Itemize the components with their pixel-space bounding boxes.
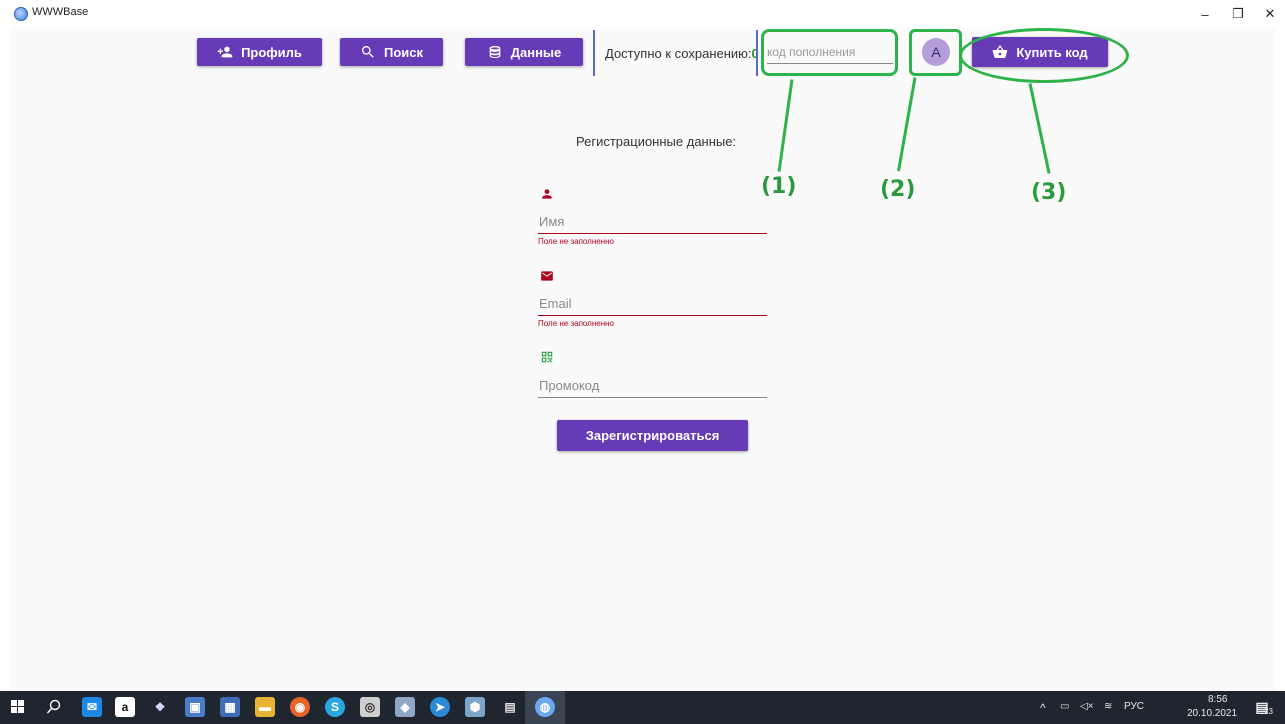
mail-app-icon[interactable]: ✉: [82, 697, 102, 717]
battery-icon[interactable]: ▭: [1060, 701, 1069, 712]
photos-app-icon[interactable]: ◈: [395, 697, 415, 717]
annotation-line-3: [1028, 83, 1051, 174]
window-title: WWWBase: [32, 6, 89, 18]
telegram-icon[interactable]: ➤: [430, 697, 450, 717]
annotation-label-2: (2): [880, 177, 916, 202]
toolbar-divider-2: [756, 30, 758, 76]
search-label: Поиск: [383, 44, 423, 60]
annotation-line-1: [777, 79, 794, 172]
name-error: Поле не заполненно: [538, 237, 614, 246]
wifi-icon[interactable]: ≋: [1104, 701, 1112, 712]
taskbar: ✉ a ❖ ▣ ▦ ▬ ◉ S ◎ ◈ ➤ ⬢ ▤ ◍ ^ ▭ ◁× ≋ РУС…: [0, 691, 1285, 724]
email-error: Поле не заполненно: [538, 319, 614, 328]
add-person-icon: [217, 46, 233, 58]
firefox-icon[interactable]: ◉: [290, 697, 310, 717]
annotation-box-2: [909, 29, 962, 76]
annotation-line-2: [897, 77, 917, 172]
toolbar-divider: [593, 30, 595, 76]
annotation-ellipse-3: [959, 28, 1129, 83]
tray-chevron-icon[interactable]: ^: [1040, 701, 1046, 715]
person-icon: [542, 189, 552, 199]
email-field: Поле не заполненно: [538, 292, 767, 328]
clock-time[interactable]: 8:56: [1208, 694, 1227, 705]
annotation-label-3: (3): [1031, 180, 1067, 205]
app-content: Профиль Поиск Данные Доступно к сохранен…: [10, 28, 1275, 691]
skype-icon[interactable]: S: [325, 697, 345, 717]
dropbox-icon[interactable]: ❖: [150, 697, 170, 717]
file-explorer-icon[interactable]: ▬: [255, 697, 275, 717]
available-label: Доступно к сохранению:: [605, 46, 752, 61]
name-underline: [538, 233, 767, 234]
remote-desktop-icon[interactable]: ▣: [185, 697, 205, 717]
promo-input[interactable]: [538, 374, 767, 397]
form-title: Регистрационные данные:: [576, 134, 737, 149]
windows-start-icon[interactable]: [8, 697, 28, 717]
promo-field: [538, 374, 767, 398]
data-label: Данные: [510, 44, 562, 60]
profile-label: Профиль: [241, 44, 302, 60]
search-button[interactable]: Поиск: [340, 38, 443, 66]
search-icon[interactable]: [44, 697, 64, 717]
close-button[interactable]: ✕: [1250, 0, 1285, 28]
archive-app-icon[interactable]: ▤: [500, 697, 520, 717]
wwwbase-app-icon[interactable]: ◍: [535, 697, 555, 717]
annotation-label-1: (1): [761, 174, 797, 199]
volume-icon[interactable]: ◁×: [1080, 701, 1094, 712]
amazon-icon[interactable]: a: [115, 697, 135, 717]
search-icon: [361, 46, 374, 58]
language-indicator[interactable]: РУС: [1124, 701, 1144, 712]
name-field: Поле не заполненно: [538, 210, 767, 246]
email-underline: [538, 315, 767, 316]
qr-code-icon: [541, 351, 553, 363]
name-input[interactable]: [538, 210, 767, 233]
clock-date[interactable]: 20.10.2021: [1187, 708, 1237, 719]
title-bar: WWWBase – ❐ ✕: [0, 0, 1285, 28]
email-input[interactable]: [538, 292, 767, 315]
profile-button[interactable]: Профиль: [197, 38, 322, 66]
globe-icon: [14, 7, 28, 21]
network-app-icon[interactable]: ⬢: [465, 697, 485, 717]
mail-icon: [541, 271, 553, 281]
store-icon[interactable]: ▦: [220, 697, 240, 717]
notification-count: 23: [1264, 707, 1273, 716]
database-icon: [489, 46, 501, 58]
camera-app-icon[interactable]: ◎: [360, 697, 380, 717]
promo-underline: [538, 397, 767, 398]
available-to-save: Доступно к сохранению:0: [605, 46, 759, 61]
annotation-box-1: [761, 29, 898, 76]
data-button[interactable]: Данные: [465, 38, 583, 66]
register-button[interactable]: Зарегистрироваться: [557, 420, 748, 451]
